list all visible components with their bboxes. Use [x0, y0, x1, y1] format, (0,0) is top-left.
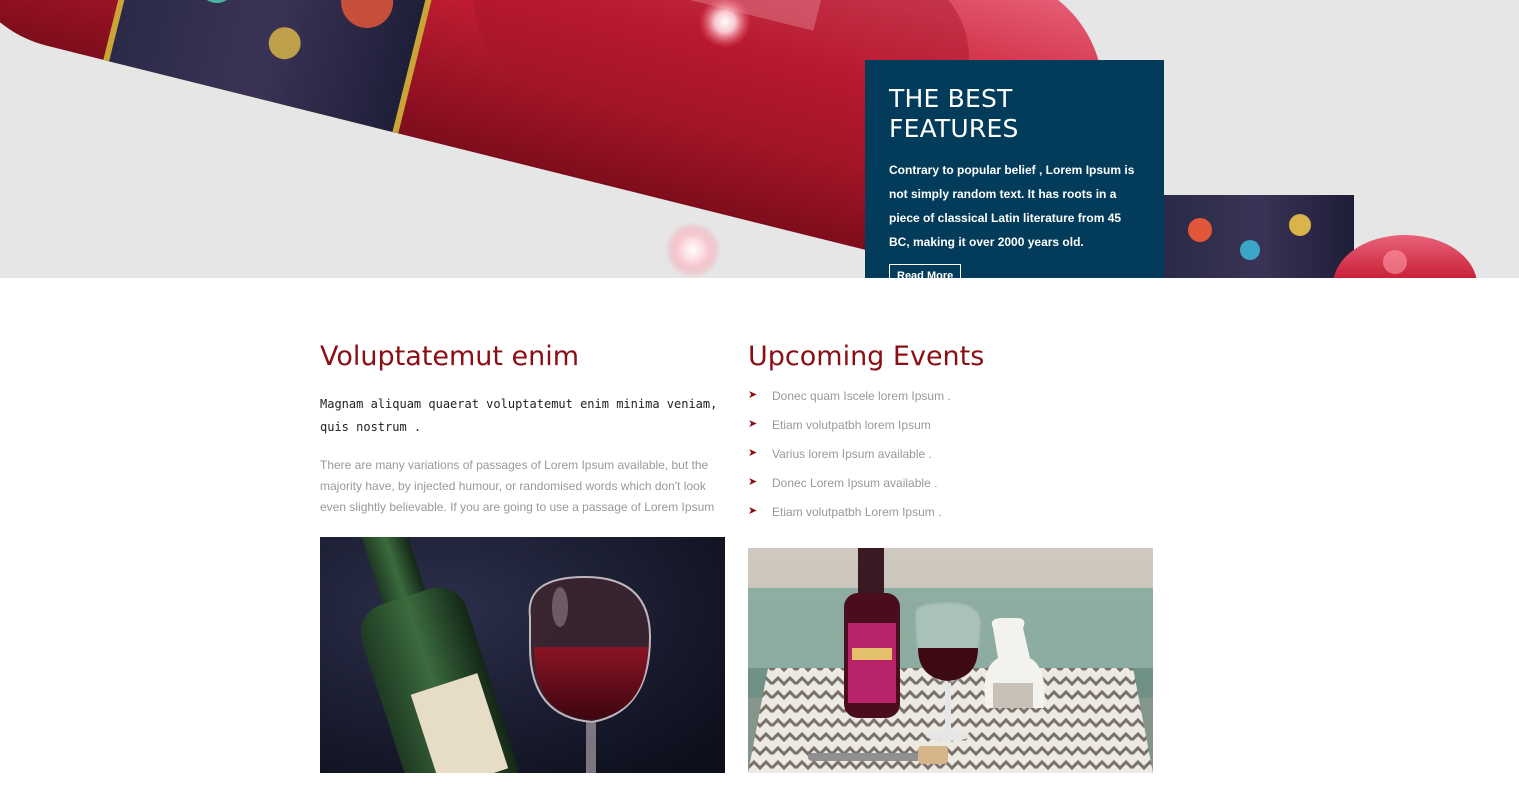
list-item: ➤ Varius lorem Ipsum available . [748, 446, 1153, 475]
event-link[interactable]: Donec Lorem Ipsum available . [772, 475, 937, 492]
arrow-right-icon: ➤ [748, 389, 758, 401]
list-item: ➤ Etiam volutpatbh Lorem Ipsum . [748, 504, 1153, 533]
wine-table-photo [748, 548, 1153, 773]
lead-text: Magnam aliquam quaerat voluptatemut enim… [320, 397, 718, 434]
list-item: ➤ Etiam volutpatbh lorem Ipsum [748, 417, 1153, 446]
body-text: There are many variations of passages of… [320, 458, 715, 514]
event-link[interactable]: Etiam volutpatbh Lorem Ipsum . [772, 504, 941, 521]
arrow-right-icon: ➤ [748, 505, 758, 517]
arrow-right-icon: ➤ [748, 476, 758, 488]
arrow-right-icon: ➤ [748, 418, 758, 430]
wine-glass-photo [320, 537, 725, 773]
event-link[interactable]: Donec quam Iscele lorem Ipsum . [772, 388, 951, 405]
hero-banner: THE BEST FEATURES Contrary to popular be… [0, 0, 1519, 278]
section-heading: Voluptatemut enim [320, 341, 580, 372]
left-column: Voluptatemut enim Magnam aliquam quaerat… [320, 340, 725, 518]
feature-title: THE BEST FEATURES [889, 84, 1019, 143]
wine-bottle-image [0, 0, 1477, 278]
feature-description: Contrary to popular belief , Lorem Ipsum… [889, 163, 1135, 249]
event-link[interactable]: Varius lorem Ipsum available . [772, 446, 932, 463]
list-item: ➤ Donec quam Iscele lorem Ipsum . [748, 388, 1153, 417]
feature-box: THE BEST FEATURES Contrary to popular be… [865, 60, 1164, 278]
arrow-right-icon: ➤ [748, 447, 758, 459]
read-more-button[interactable]: Read More [889, 264, 962, 278]
right-column: Upcoming Events ➤ Donec quam Iscele lore… [748, 340, 1153, 533]
events-heading: Upcoming Events [748, 341, 985, 372]
events-list: ➤ Donec quam Iscele lorem Ipsum . ➤ Etia… [748, 388, 1153, 533]
event-link[interactable]: Etiam volutpatbh lorem Ipsum [772, 417, 931, 434]
list-item: ➤ Donec Lorem Ipsum available . [748, 475, 1153, 504]
